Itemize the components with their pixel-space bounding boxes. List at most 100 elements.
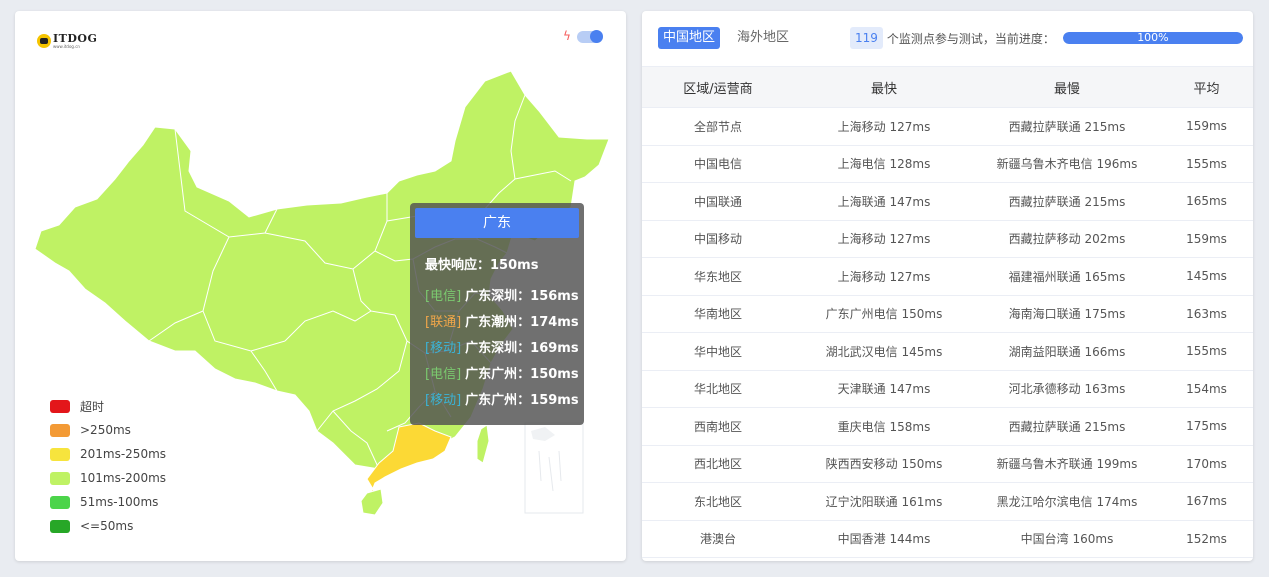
cell-slowest: 中国台湾 160ms: [974, 520, 1160, 558]
auto-refresh-toggle[interactable]: [577, 30, 603, 43]
table-row[interactable]: 华南地区 广东广州电信 150ms 海南海口联通 175ms 163ms: [642, 295, 1253, 333]
table-row[interactable]: 华北地区 天津联通 147ms 河北承德移动 163ms 154ms: [642, 370, 1253, 408]
tooltip-rows: [电信] 广东深圳：156ms [联通] 广东潮州：174ms [移动] 广东深圳：169…: [415, 284, 579, 414]
cell-average: 175ms: [1160, 407, 1253, 446]
tooltip-row: [移动] 广东广州：159ms: [425, 388, 579, 414]
legend-label: 101ms-200ms: [80, 471, 167, 485]
cell-region: 华南地区: [642, 295, 794, 333]
cell-average: 165ms: [1160, 182, 1253, 221]
cell-average: 163ms: [1160, 295, 1253, 333]
cell-region: 东北地区: [642, 482, 794, 521]
tab-overseas[interactable]: 海外地区: [732, 27, 794, 49]
cell-region: 华中地区: [642, 332, 794, 371]
cell-average: 155ms: [1160, 332, 1253, 371]
cell-region: 西南地区: [642, 407, 794, 446]
table-row[interactable]: 西南地区 重庆电信 158ms 西藏拉萨联通 215ms 175ms: [642, 407, 1253, 446]
legend-swatch: [50, 423, 70, 437]
carrier-tag: [移动]: [425, 393, 462, 408]
tooltip-row: [移动] 广东深圳：169ms: [425, 336, 579, 362]
progress-bar: 100%: [1062, 32, 1243, 44]
header-slowest: 最慢: [974, 66, 1160, 108]
cell-region: 全部节点: [642, 107, 794, 146]
cell-slowest: 海南海口联通 175ms: [974, 295, 1160, 333]
cell-average: 154ms: [1160, 370, 1253, 408]
cell-region: 华北地区: [642, 370, 794, 408]
cell-average: 159ms: [1160, 220, 1253, 258]
table-row[interactable]: 西北地区 陕西西安移动 150ms 新疆乌鲁木齐联通 199ms 170ms: [642, 445, 1253, 483]
table-row[interactable]: 全部节点 上海移动 127ms 西藏拉萨联通 215ms 159ms: [642, 107, 1253, 146]
cell-region: 华东地区: [642, 257, 794, 296]
cell-fastest: 广东广州电信 150ms: [794, 295, 974, 333]
table-row[interactable]: 华中地区 湖北武汉电信 145ms 湖南益阳联通 166ms 155ms: [642, 332, 1253, 371]
results-table: 区域/运营商 最快 最慢 平均 全部节点 上海移动 127ms 西藏拉萨联通 215…: [642, 66, 1253, 558]
legend-swatch: [50, 519, 70, 533]
cell-slowest: 湖南益阳联通 166ms: [974, 332, 1160, 371]
legend-swatch: [50, 399, 70, 413]
legend-label: 51ms-100ms: [80, 495, 159, 509]
table-header-row: 区域/运营商 最快 最慢 平均: [642, 66, 1253, 108]
legend-item[interactable]: <=50ms: [50, 514, 166, 538]
cell-average: 145ms: [1160, 257, 1253, 296]
cell-slowest: 西藏拉萨联通 215ms: [974, 107, 1160, 146]
cell-slowest: 西藏拉萨联通 215ms: [974, 182, 1160, 221]
tooltip-row-text: 广东深圳：169ms: [465, 341, 579, 356]
header-average: 平均: [1160, 66, 1253, 108]
legend-label: 201ms-250ms: [80, 447, 167, 461]
cell-slowest: 新疆乌鲁木齐联通 199ms: [974, 445, 1160, 483]
results-panel: 中国地区 海外地区 119 个监测点参与测试，当前进度： 100% 区域/运营商…: [642, 11, 1253, 561]
carrier-tag: [移动]: [425, 341, 462, 356]
legend-label: >250ms: [80, 423, 131, 437]
cell-fastest: 重庆电信 158ms: [794, 407, 974, 446]
itdog-logo[interactable]: ITDOG www.itdog.cn: [37, 33, 97, 49]
node-count-badge: 119: [850, 27, 883, 49]
tooltip-row-text: 广东深圳：156ms: [465, 289, 579, 304]
carrier-tag: [电信]: [425, 289, 462, 304]
table-row[interactable]: 华东地区 上海移动 127ms 福建福州联通 165ms 145ms: [642, 257, 1253, 296]
cell-fastest: 上海移动 127ms: [794, 220, 974, 258]
cell-fastest: 上海电信 128ms: [794, 145, 974, 183]
table-row[interactable]: 中国联通 上海联通 147ms 西藏拉萨联通 215ms 165ms: [642, 182, 1253, 221]
cell-average: 170ms: [1160, 445, 1253, 483]
carrier-tag: [联通]: [425, 315, 462, 330]
table-row[interactable]: 港澳台 中国香港 144ms 中国台湾 160ms 152ms: [642, 520, 1253, 558]
tab-china[interactable]: 中国地区: [658, 27, 721, 49]
cell-fastest: 上海移动 127ms: [794, 107, 974, 146]
map-panel: ITDOG www.itdog.cn ϟ 超时 >250ms 201ms-250ms…: [15, 11, 626, 561]
cell-region: 西北地区: [642, 445, 794, 483]
cell-fastest: 中国香港 144ms: [794, 520, 974, 558]
cell-fastest: 辽宁沈阳联通 161ms: [794, 482, 974, 521]
tooltip-row-text: 广东广州：159ms: [465, 393, 579, 408]
legend-item[interactable]: >250ms: [50, 418, 166, 442]
cell-average: 152ms: [1160, 520, 1253, 558]
progress-text: 个监测点参与测试，当前进度：: [886, 31, 1055, 46]
header-region: 区域/运营商: [642, 66, 794, 108]
cell-slowest: 河北承德移动 163ms: [974, 370, 1160, 408]
cell-slowest: 西藏拉萨联通 215ms: [974, 407, 1160, 446]
tooltip-best-value: 150ms: [490, 258, 539, 273]
legend-swatch: [50, 471, 70, 485]
map-hainan[interactable]: [360, 488, 384, 516]
legend-item[interactable]: 101ms-200ms: [50, 466, 166, 490]
carrier-tag: [电信]: [425, 367, 462, 382]
legend-item[interactable]: 51ms-100ms: [50, 490, 166, 514]
tooltip-row: [电信] 广东广州：150ms: [425, 362, 579, 388]
table-row[interactable]: 东北地区 辽宁沈阳联通 161ms 黑龙江哈尔滨电信 174ms 167ms: [642, 482, 1253, 521]
toggle-knob: [590, 30, 603, 43]
cell-fastest: 上海联通 147ms: [794, 182, 974, 221]
legend-swatch: [50, 495, 70, 509]
cell-slowest: 黑龙江哈尔滨电信 174ms: [974, 482, 1160, 521]
cell-average: 167ms: [1160, 482, 1253, 521]
legend-label: 超时: [80, 399, 105, 414]
legend-item[interactable]: 201ms-250ms: [50, 442, 166, 466]
cell-region: 中国移动: [642, 220, 794, 258]
cell-fastest: 陕西西安移动 150ms: [794, 445, 974, 483]
cell-average: 159ms: [1160, 107, 1253, 146]
cell-fastest: 上海移动 127ms: [794, 257, 974, 296]
dog-logo-icon: [37, 34, 51, 48]
tooltip-best-label: 最快响应：: [425, 258, 491, 273]
legend-item[interactable]: 超时: [50, 394, 166, 418]
table-row[interactable]: 中国电信 上海电信 128ms 新疆乌鲁木齐电信 196ms 155ms: [642, 145, 1253, 183]
table-row[interactable]: 中国移动 上海移动 127ms 西藏拉萨移动 202ms 159ms: [642, 220, 1253, 258]
map-taiwan[interactable]: [476, 424, 490, 464]
cell-average: 155ms: [1160, 145, 1253, 183]
